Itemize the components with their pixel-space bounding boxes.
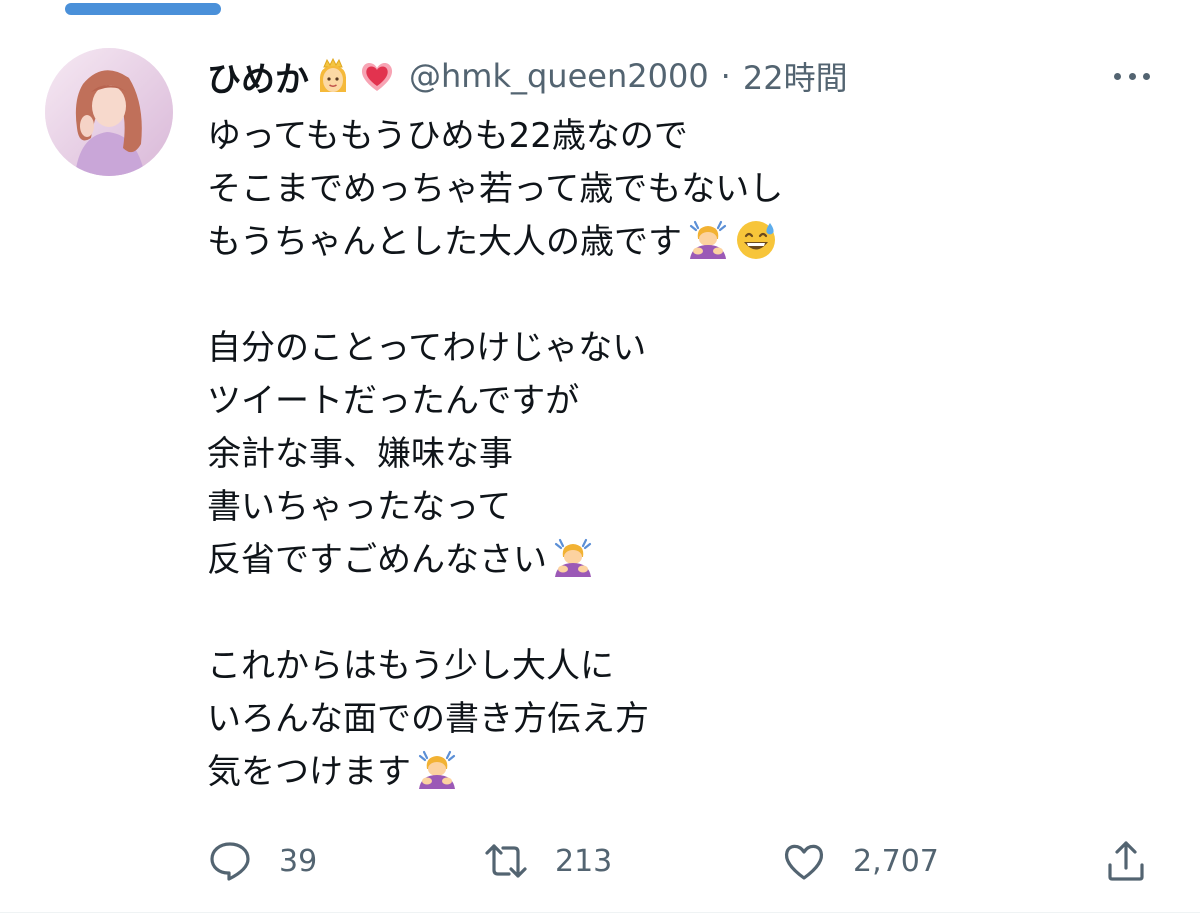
user-handle[interactable]: @hmk_queen2000 [409,57,709,95]
tweet-line: 自分のことってわけじゃない [207,318,1107,371]
scroll-indicator [65,3,221,15]
tweet-line-text: もうちゃんとした大人の歳です [207,222,682,262]
tweet-line-text: ゆってももうひめも22歳なので [207,116,688,156]
retweet-icon [485,844,527,878]
separator-dot: · [720,57,731,95]
like-count: 2,707 [853,843,939,879]
display-name[interactable]: ひめか [207,52,309,101]
tweet-line-text: これからはもう少し大人に [207,646,614,686]
retweet-button[interactable]: 213 [483,834,612,888]
tweet-line-text: 反省ですごめんなさい [207,540,547,580]
paragraph-break [207,265,1107,318]
tweet-line: ツイートだったんですが [207,371,1107,424]
bowing-woman-emoji-icon [551,535,595,579]
tweet-line-text: いろんな面での書き方伝え方 [207,699,649,739]
tweet-header: ひめか @hmk_queen2000 · 22時間 [207,52,848,101]
reply-button[interactable]: 39 [207,834,317,888]
tweet-card[interactable]: ひめか @hmk_queen2000 · 22時間 ゆってももうひめも22歳なの… [0,0,1200,921]
tweet-line: いろんな面での書き方伝え方 [207,689,1107,742]
like-button[interactable]: 2,707 [781,834,939,888]
more-options-icon[interactable] [1108,62,1156,90]
tweet-line: これからはもう少し大人に [207,636,1107,689]
tweet-line: ゆってももうひめも22歳なので [207,106,1107,159]
share-icon [1108,841,1144,881]
bowing-woman-emoji-icon [686,217,730,261]
divider [0,912,1200,913]
tweet-line-text: ツイートだったんですが [207,381,580,421]
reply-icon [210,842,250,881]
timestamp[interactable]: 22時間 [743,53,848,99]
tweet-line-text: そこまでめっちゃ若って歳でもないし [207,169,784,209]
tweet-text: ゆってももうひめも22歳なのでそこまでめっちゃ若って歳でもないし もうちゃんとした… [207,106,1107,795]
bowing-woman-emoji-icon [415,747,459,791]
tweet-line: そこまでめっちゃ若って歳でもないし [207,159,1107,212]
tweet-line-text: 自分のことってわけじゃない [207,328,647,368]
tweet-line: 書いちゃったなって [207,477,1107,530]
action-bar: 39 213 2,707 [207,834,1157,888]
tweet-line-text: 書いちゃったなって [207,487,512,527]
tweet-line: もうちゃんとした大人の歳です [207,212,1107,265]
tweet-line: 反省ですごめんなさい [207,530,1107,583]
share-button[interactable] [1103,834,1149,888]
tweet-line: 余計な事、嫌味な事 [207,424,1107,477]
reply-count: 39 [279,843,318,879]
heart-emoji-icon [357,56,397,96]
tweet-line-text: 気をつけます [207,752,411,792]
tweet-line: 気をつけます [207,742,1107,795]
paragraph-break [207,583,1107,636]
tweet-line-text: 余計な事、嫌味な事 [207,434,513,474]
heart-icon [784,844,824,880]
retweet-count: 213 [555,843,613,879]
avatar[interactable] [45,48,173,176]
princess-emoji-icon [313,56,353,96]
grinning-sweat-emoji-icon [734,217,778,261]
